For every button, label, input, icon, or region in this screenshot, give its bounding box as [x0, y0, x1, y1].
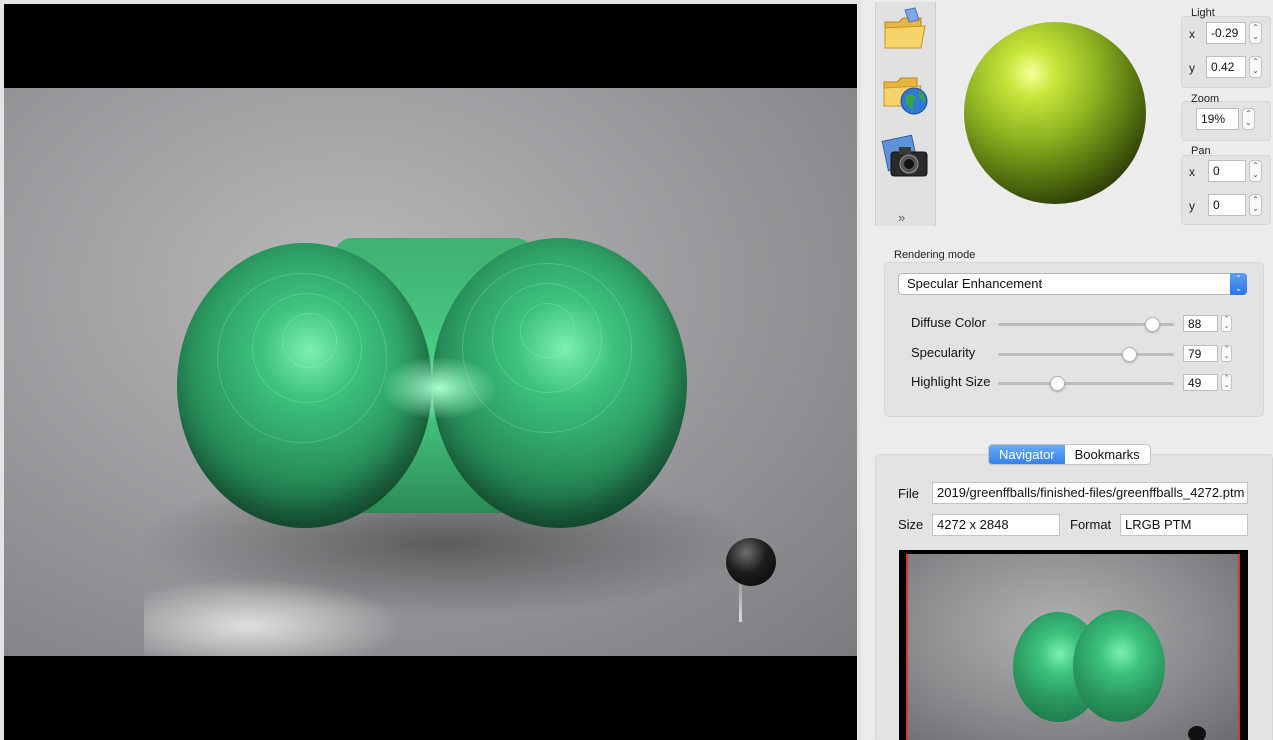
- thumbnail-pin: [1188, 726, 1206, 740]
- light-label: Light: [1191, 7, 1215, 19]
- pin-head: [726, 538, 776, 586]
- layer-ring: [282, 313, 337, 368]
- slider-value-input[interactable]: 79: [1183, 345, 1218, 362]
- rendering-mode-select[interactable]: Specular Enhancement ⌃ ⌄: [898, 273, 1247, 295]
- rendering-mode-value: Specular Enhancement: [907, 276, 1043, 291]
- block-highlight: [384, 358, 494, 418]
- slider-stepper[interactable]: ⌃ ⌄: [1221, 374, 1232, 391]
- chevron-updown-icon: ⌃ ⌄: [1230, 273, 1247, 295]
- zoom-label: Zoom: [1191, 93, 1220, 105]
- slider-thumb[interactable]: [1049, 376, 1065, 391]
- tab-bookmarks[interactable]: Bookmarks: [1065, 445, 1150, 464]
- tab-navigator[interactable]: Navigator: [989, 445, 1065, 464]
- side-toolbar: »: [875, 2, 936, 226]
- thumbnail-right-sphere: [1073, 610, 1165, 722]
- ptm-viewer-window: » Light x -0.29 ⌃ ⌄ y 0.42 ⌃ ⌄ Zoom 19% ⌃ ⌄…: [0, 0, 1273, 740]
- floor-highlight: [144, 578, 404, 656]
- file-field[interactable]: 2019/greenffballs/finished-files/greenff…: [932, 482, 1248, 504]
- format-field[interactable]: LRGB PTM: [1120, 514, 1248, 536]
- slider-track[interactable]: [998, 317, 1174, 332]
- viewport-rectangle[interactable]: [906, 554, 1240, 740]
- light-x-input[interactable]: -0.29: [1206, 22, 1246, 44]
- open-file-icon[interactable]: [881, 6, 931, 56]
- slider-track[interactable]: [998, 376, 1174, 391]
- size-label: Size: [898, 517, 924, 532]
- more-tools-icon[interactable]: »: [898, 210, 905, 225]
- slider-stepper[interactable]: ⌃ ⌄: [1221, 345, 1232, 362]
- image-viewport[interactable]: [0, 0, 861, 740]
- slider-label: Diffuse Color: [911, 315, 986, 330]
- rendering-mode-label: Rendering mode: [894, 249, 976, 261]
- layer-ring: [520, 303, 575, 358]
- pan-x-input[interactable]: 0: [1208, 160, 1246, 182]
- light-direction-sphere[interactable]: [964, 22, 1146, 204]
- slider-thumb[interactable]: [1144, 317, 1160, 332]
- viewport-canvas[interactable]: [4, 4, 857, 740]
- zoom-input[interactable]: 19%: [1196, 108, 1239, 130]
- slider-track[interactable]: [998, 347, 1174, 362]
- pin-needle: [739, 582, 742, 622]
- snapshot-icon[interactable]: [881, 132, 931, 182]
- slider-value-input[interactable]: 88: [1183, 315, 1218, 332]
- light-x-label: x: [1189, 27, 1195, 41]
- pan-y-stepper[interactable]: ⌃ ⌄: [1249, 194, 1262, 216]
- control-panel: » Light x -0.29 ⌃ ⌄ y 0.42 ⌃ ⌄ Zoom 19% ⌃ ⌄…: [861, 0, 1273, 740]
- pan-y-input[interactable]: 0: [1208, 194, 1246, 216]
- slider-stepper[interactable]: ⌃ ⌄: [1221, 315, 1232, 332]
- file-label: File: [898, 486, 919, 501]
- size-field[interactable]: 4272 x 2848: [932, 514, 1060, 536]
- light-y-label: y: [1189, 61, 1195, 75]
- pan-x-label: x: [1189, 165, 1195, 179]
- pan-label: Pan: [1191, 145, 1211, 157]
- navigator-thumbnail[interactable]: [899, 550, 1248, 740]
- pan-y-label: y: [1189, 199, 1195, 213]
- slider-label: Specularity: [911, 345, 976, 360]
- light-x-stepper[interactable]: ⌃ ⌄: [1249, 22, 1262, 44]
- rendered-image[interactable]: [4, 88, 857, 656]
- slider-thumb[interactable]: [1122, 347, 1137, 362]
- slider-label: Highlight Size: [911, 374, 991, 389]
- navigator-tabs: Navigator Bookmarks: [988, 444, 1151, 465]
- light-y-stepper[interactable]: ⌃ ⌄: [1249, 56, 1262, 78]
- format-label: Format: [1070, 517, 1112, 532]
- zoom-stepper[interactable]: ⌃ ⌄: [1242, 108, 1255, 130]
- open-url-icon[interactable]: [881, 68, 931, 118]
- slider-value-input[interactable]: 49: [1183, 374, 1218, 391]
- pan-x-stepper[interactable]: ⌃ ⌄: [1249, 160, 1262, 182]
- light-y-input[interactable]: 0.42: [1206, 56, 1246, 78]
